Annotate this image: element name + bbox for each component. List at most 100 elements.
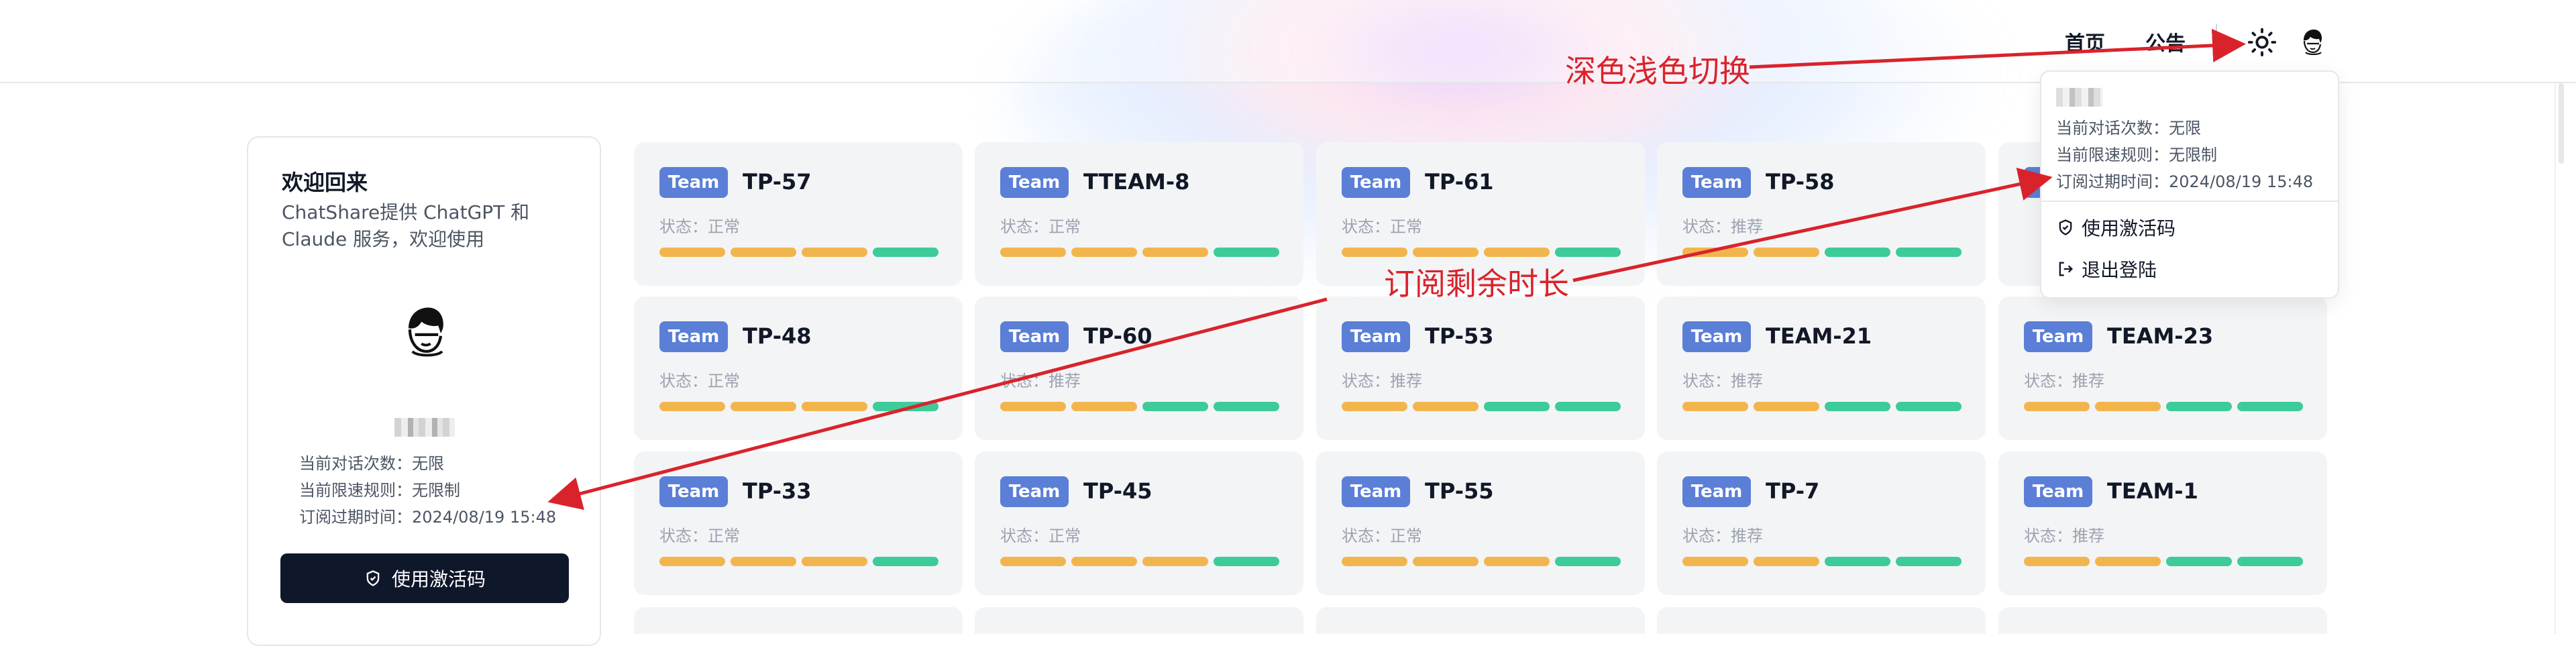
sun-icon[interactable] (2247, 27, 2277, 58)
load-bar-green (873, 248, 938, 257)
load-bar-green (2237, 557, 2303, 566)
load-bars (1682, 248, 1962, 257)
account-name: TP-55 (1425, 478, 1494, 504)
dropdown-logout-item[interactable]: 退出登陆 (2056, 256, 2157, 282)
load-bar-green (1825, 557, 1890, 566)
load-bar-green (2237, 402, 2303, 411)
account-status: 状态：正常 (1000, 217, 1081, 236)
account-status: 状态：正常 (1342, 217, 1422, 236)
account-name: TP-57 (743, 169, 812, 195)
load-bars (1342, 402, 1621, 411)
load-bar-orange (1342, 402, 1407, 411)
user-avatar-icon[interactable] (2296, 25, 2329, 59)
load-bar-orange (1413, 248, 1479, 257)
account-name: TP-60 (1083, 323, 1152, 349)
load-bar-orange (1682, 402, 1748, 411)
load-bar-orange (2024, 402, 2090, 411)
account-name: TEAM-1 (2107, 478, 2198, 504)
annotation-theme-toggle: 深色浅色切换 (1565, 53, 1750, 89)
account-card-partial[interactable] (1316, 607, 1645, 634)
nav-announcement-link[interactable]: 公告 (2145, 27, 2186, 56)
load-bars (1682, 557, 1962, 566)
load-bar-green (1142, 402, 1208, 411)
load-bar-orange (1754, 248, 1819, 257)
load-bar-orange (1754, 557, 1819, 566)
dropdown-activate-label: 使用激活码 (2082, 217, 2176, 239)
load-bar-orange (1142, 248, 1208, 257)
welcome-panel: 欢迎回来 ChatShare提供 ChatGPT 和 Claude 服务，欢迎使… (247, 136, 601, 646)
load-bars (2024, 402, 2303, 411)
account-card[interactable]: Team TP-60 状态：推荐 (975, 297, 1303, 440)
load-bars (659, 248, 938, 257)
account-name: TP-48 (743, 323, 812, 349)
account-card[interactable]: Team TP-7 状态：推荐 (1657, 451, 1986, 595)
logout-icon (2059, 262, 2073, 276)
account-card[interactable]: Team TEAM-21 状态：推荐 (1657, 297, 1986, 440)
account-card-partial[interactable] (634, 607, 963, 634)
account-status: 状态：正常 (659, 527, 740, 545)
load-bar-orange (731, 402, 796, 411)
load-bar-orange (1754, 402, 1819, 411)
load-bar-orange (1682, 557, 1748, 566)
account-card[interactable]: Team TP-58 状态：推荐 (1657, 142, 1986, 286)
account-card[interactable]: Team TP-48 状态：正常 (634, 297, 963, 440)
scrollbar-thumb[interactable] (2559, 83, 2564, 164)
account-card[interactable]: Team TP-57 状态：正常 (634, 142, 963, 286)
load-bars (1000, 557, 1279, 566)
plan-badge: Team (1682, 167, 1751, 198)
load-bar-orange (1000, 248, 1066, 257)
load-bar-green (1484, 402, 1550, 411)
load-bar-orange (1484, 248, 1550, 257)
account-name: TP-45 (1083, 478, 1152, 504)
account-status: 状态：推荐 (1342, 372, 1422, 390)
dropdown-activate-item[interactable]: 使用激活码 (2056, 214, 2176, 241)
load-bar-orange (731, 557, 796, 566)
account-card-partial[interactable] (975, 607, 1303, 634)
load-bar-orange (1142, 557, 1208, 566)
account-card-partial[interactable] (1998, 607, 2327, 634)
load-bar-orange (1484, 557, 1550, 566)
account-card[interactable]: Team TP-53 状态：推荐 (1316, 297, 1645, 440)
load-bar-green (873, 402, 938, 411)
load-bar-orange (802, 557, 867, 566)
account-card[interactable]: Team TP-33 状态：正常 (634, 451, 963, 595)
account-status: 状态：正常 (659, 372, 740, 390)
account-card[interactable]: Team TEAM-23 状态：推荐 (1998, 297, 2327, 440)
account-card-partial[interactable] (1657, 607, 1986, 634)
account-name: TP-7 (1766, 478, 1820, 504)
activate-code-button[interactable]: 使用激活码 (280, 553, 569, 603)
load-bar-green (1214, 248, 1279, 257)
load-bar-orange (1000, 402, 1066, 411)
load-bars (2024, 557, 2303, 566)
load-bar-orange (659, 248, 725, 257)
plan-badge: Team (1682, 476, 1751, 507)
load-bars (1342, 248, 1621, 257)
plan-badge: Team (2024, 321, 2092, 352)
profile-avatar-icon (408, 307, 443, 357)
load-bar-orange (1413, 557, 1479, 566)
account-card[interactable]: Team TP-45 状态：正常 (975, 451, 1303, 595)
account-card[interactable]: Team TEAM-1 状态：推荐 (1998, 451, 2327, 595)
dropdown-chat-count: 当前对话次数：无限 (2056, 119, 2201, 138)
account-card[interactable]: Team TTEAM-8 状态：正常 (975, 142, 1303, 286)
load-bar-orange (1071, 248, 1137, 257)
load-bar-green (1825, 248, 1890, 257)
load-bar-green (1896, 557, 1962, 566)
account-status: 状态：正常 (1000, 527, 1081, 545)
nav-home-link[interactable]: 首页 (2065, 27, 2105, 56)
account-name: TEAM-21 (1766, 323, 1872, 349)
load-bar-orange (1413, 402, 1479, 411)
account-name: TP-33 (743, 478, 812, 504)
dropdown-username-redacted (2056, 88, 2103, 107)
account-name: TP-53 (1425, 323, 1494, 349)
plan-badge: Team (2024, 476, 2092, 507)
scrollbar-track[interactable] (2555, 83, 2569, 634)
account-status: 状态：推荐 (2024, 527, 2104, 545)
load-bar-green (873, 557, 938, 566)
plan-badge: Team (1342, 321, 1410, 352)
plan-badge: Team (659, 167, 728, 198)
account-card[interactable]: Team TP-55 状态：正常 (1316, 451, 1645, 595)
load-bar-green (1555, 557, 1621, 566)
activate-code-label: 使用激活码 (391, 568, 486, 590)
dropdown-logout-label: 退出登陆 (2082, 259, 2157, 281)
